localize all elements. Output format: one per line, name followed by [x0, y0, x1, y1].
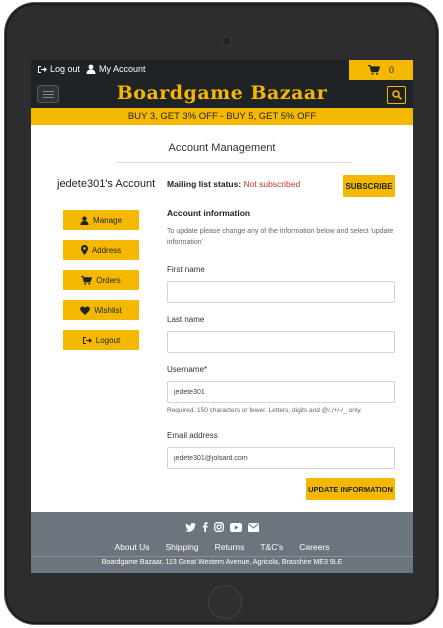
mailing-list-value: Not subscribed [243, 179, 301, 189]
mailing-list-label: Mailing list status: [167, 179, 242, 189]
last-name-label: Last name [167, 315, 205, 324]
update-information-button[interactable]: UPDATE INFORMATION [306, 478, 395, 500]
footer-links: About Us Shipping Returns T&C's Careers [31, 542, 413, 552]
wishlist-label: Wishlist [94, 305, 122, 315]
footer-link-terms[interactable]: T&C's [260, 542, 283, 552]
my-account-link[interactable]: My Account [86, 64, 146, 74]
first-name-label: First name [167, 265, 205, 274]
my-account-label: My Account [99, 64, 146, 74]
email-field[interactable] [167, 447, 395, 469]
site-footer: About Us Shipping Returns T&C's Careers … [31, 512, 413, 573]
footer-link-careers[interactable]: Careers [299, 542, 329, 552]
form-help-text: To update please change any of the infor… [167, 228, 394, 246]
title-divider [116, 162, 352, 163]
screen: Log out My Account 0 Boardgame Bazaar BU… [31, 60, 413, 573]
first-name-field[interactable] [167, 281, 395, 303]
address-label: Address [91, 245, 122, 255]
email-label: Email address [167, 431, 218, 440]
top-bar: Log out My Account 0 [31, 60, 413, 80]
user-icon [80, 216, 89, 225]
subscribe-button[interactable]: SUBSCRIBE [343, 175, 395, 197]
facebook-icon[interactable] [202, 522, 208, 532]
footer-address: Boardgame Bazaar, 113 Great Western Aven… [101, 559, 343, 566]
footer-divider [31, 556, 413, 557]
footer-link-returns[interactable]: Returns [215, 542, 245, 552]
mailing-list-status: Mailing list status: Not subscribed [167, 179, 300, 189]
instagram-icon[interactable] [214, 522, 224, 532]
username-hint: Required. 150 characters or fewer. Lette… [167, 407, 362, 414]
logout-button[interactable]: Logout [63, 330, 139, 350]
logout-link[interactable]: Log out [37, 64, 80, 74]
map-marker-icon [80, 245, 88, 255]
cart-icon [81, 275, 93, 285]
username-label: Username* [167, 365, 208, 374]
orders-label: Orders [96, 275, 121, 285]
orders-button[interactable]: Orders [63, 270, 139, 290]
camera [222, 36, 232, 46]
youtube-icon[interactable] [230, 522, 242, 532]
footer-link-shipping[interactable]: Shipping [166, 542, 199, 552]
search-button[interactable] [387, 86, 406, 104]
logout-label: Log out [50, 64, 81, 74]
account-name: jedete301's Account [57, 178, 156, 190]
heart-icon [80, 306, 91, 315]
account-info-heading: Account information [167, 208, 251, 218]
cart-button[interactable]: 0 [349, 60, 413, 80]
cart-count: 0 [388, 65, 394, 75]
sign-out-icon [82, 336, 92, 345]
site-header: Boardgame Bazaar [31, 80, 413, 108]
manage-label: Manage [93, 215, 122, 225]
logout-button-label: Logout [95, 335, 121, 345]
wishlist-button[interactable]: Wishlist [63, 300, 139, 320]
user-icon [86, 64, 96, 74]
page-title: Account Management [168, 142, 276, 154]
twitter-icon[interactable] [185, 522, 196, 532]
social-links [31, 522, 413, 532]
last-name-field[interactable] [167, 331, 395, 353]
email-icon[interactable] [248, 522, 259, 532]
cart-icon [367, 65, 380, 75]
manage-button[interactable]: Manage [63, 210, 139, 230]
username-field[interactable] [167, 381, 395, 403]
home-button[interactable] [208, 585, 242, 619]
site-logo[interactable]: Boardgame Bazaar [31, 82, 413, 104]
footer-link-about[interactable]: About Us [115, 542, 150, 552]
promo-banner: BUY 3, GET 3% OFF - BUY 5, GET 5% OFF [31, 108, 413, 125]
search-icon [391, 90, 402, 100]
address-button[interactable]: Address [63, 240, 139, 260]
sign-out-icon [37, 65, 47, 74]
